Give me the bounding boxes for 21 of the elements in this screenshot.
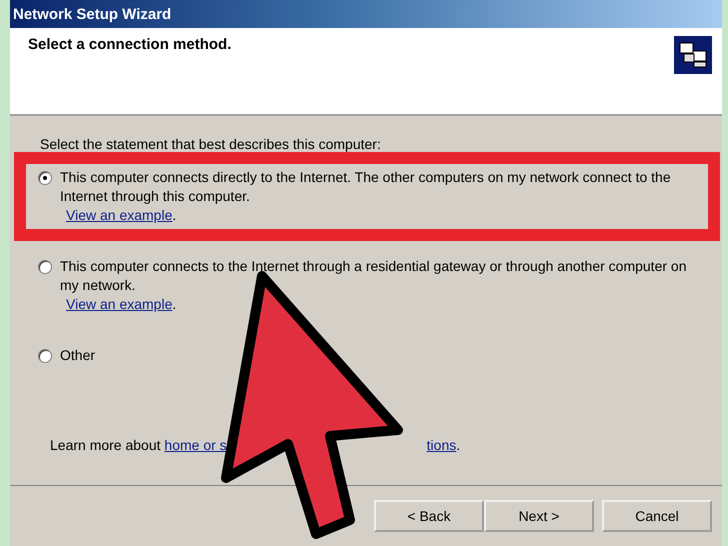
option-label: This computer connects to the Internet through a residential gateway or through another computer on my network. [60,257,688,295]
wizard-button[interactable]: Next > [484,500,594,532]
period-text: . [456,437,460,453]
learn-more-text: Learn more about [50,437,162,453]
help-link[interactable]: tions [426,437,456,453]
wizard-button[interactable]: Cancel [602,500,712,532]
option-label: Other [60,346,96,365]
radio-button[interactable] [38,349,52,363]
page-heading: Select a connection method. [28,36,232,54]
network-computers-icon [674,36,712,74]
period-text: . [172,295,176,314]
option-label: This computer connects directly to the Internet. The other computers on my network connect to the Internet through this computer. [60,168,672,206]
radio-button[interactable] [38,260,52,274]
prompt-text: Select the statement that best describes this computer: [40,136,381,152]
wizard-button[interactable]: < Back [374,500,484,532]
radio-button[interactable] [38,171,52,185]
period-text: . [172,206,176,225]
example-link[interactable]: View an example [66,206,172,225]
example-link[interactable]: View an example [66,295,172,314]
help-link[interactable]: home or s [164,437,227,453]
window-title: Network Setup Wizard [10,0,722,28]
